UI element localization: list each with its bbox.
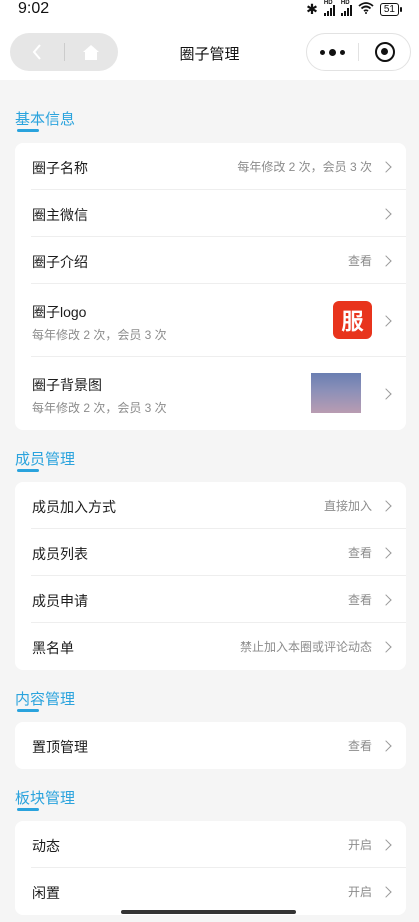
close-miniprogram-button[interactable]	[359, 34, 410, 70]
status-bar: 9:02 ✱ HD HD 51	[0, 0, 419, 20]
section-title: 成员管理	[15, 451, 76, 468]
chevron-right-icon	[380, 388, 392, 400]
logo-thumbnail: 服	[333, 301, 372, 339]
chevron-right-icon	[380, 740, 392, 752]
hd-label-2: HD	[340, 0, 350, 6]
row-value: 查看	[347, 254, 372, 268]
row-circle-intro[interactable]: 圈子介绍 查看	[31, 237, 406, 284]
row-label: 成员申请	[32, 593, 88, 609]
chevron-right-icon	[380, 500, 392, 512]
nav-capsule-right	[306, 33, 411, 71]
row-label: 置顶管理	[32, 739, 88, 755]
row-label: 成员列表	[32, 546, 88, 562]
row-label: 圈子背景图	[32, 377, 102, 393]
wifi-icon	[358, 2, 374, 17]
section-underline	[17, 709, 39, 712]
row-label: 成员加入方式	[32, 499, 116, 515]
battery-icon: 51	[379, 3, 403, 16]
section-content-management: 内容管理	[0, 670, 419, 712]
more-button[interactable]	[307, 34, 358, 70]
row-value: 开启	[347, 885, 372, 899]
section-basic-info: 基本信息	[0, 80, 419, 132]
section-underline	[17, 808, 39, 811]
row-label: 圈子logo	[32, 304, 87, 320]
row-value: 每年修改 2 次，会员 3 次	[237, 160, 372, 174]
row-value: 开启	[347, 838, 372, 852]
row-label: 动态	[32, 838, 60, 854]
row-board-idle[interactable]: 闲置 开启	[31, 868, 406, 915]
row-value: 禁止加入本圈或评论动态	[239, 640, 372, 654]
cell-signal-2-icon: HD	[340, 0, 352, 16]
card-member-management: 成员加入方式 直接加入 成员列表 查看 成员申请 查看 黑名单 禁止加入本圈或评…	[15, 482, 406, 670]
chevron-right-icon	[380, 594, 392, 606]
row-board-feed[interactable]: 动态 开启	[31, 821, 406, 868]
chevron-right-icon	[380, 255, 392, 267]
row-label: 闲置	[32, 885, 60, 901]
row-pin-management[interactable]: 置顶管理 查看	[31, 722, 406, 769]
chevron-right-icon	[380, 315, 392, 327]
background-thumbnail	[311, 373, 361, 413]
row-subtext: 每年修改 2 次，会员 3 次	[32, 401, 167, 415]
chevron-right-icon	[380, 547, 392, 559]
chevron-right-icon	[380, 161, 392, 173]
bluetooth-icon: ✱	[306, 1, 318, 17]
row-owner-wechat[interactable]: 圈主微信	[31, 190, 406, 237]
row-value: 查看	[347, 739, 372, 753]
section-underline	[17, 469, 39, 472]
status-time: 9:02	[18, 0, 50, 17]
chevron-right-icon	[380, 641, 392, 653]
row-circle-name[interactable]: 圈子名称 每年修改 2 次，会员 3 次	[31, 143, 406, 190]
card-content-management: 置顶管理 查看	[15, 722, 406, 769]
section-member-management: 成员管理	[0, 430, 419, 472]
row-member-list[interactable]: 成员列表 查看	[31, 529, 406, 576]
hd-label: HD	[323, 0, 333, 6]
row-subtext: 每年修改 2 次，会员 3 次	[32, 328, 167, 342]
row-label: 圈主微信	[32, 207, 88, 223]
section-title: 板块管理	[15, 790, 76, 807]
row-blacklist[interactable]: 黑名单 禁止加入本圈或评论动态	[31, 623, 406, 670]
card-basic-info: 圈子名称 每年修改 2 次，会员 3 次 圈主微信 圈子介绍 查看 圈子logo…	[15, 143, 406, 430]
section-underline	[17, 129, 39, 132]
chevron-right-icon	[380, 839, 392, 851]
row-circle-logo[interactable]: 圈子logo 每年修改 2 次，会员 3 次 服	[31, 284, 406, 357]
card-board-management: 动态 开启 闲置 开启	[15, 821, 406, 915]
navbar: 圈子管理	[0, 20, 419, 80]
row-circle-background[interactable]: 圈子背景图 每年修改 2 次，会员 3 次	[31, 357, 406, 430]
status-icons: ✱ HD HD 51	[306, 0, 403, 18]
row-member-requests[interactable]: 成员申请 查看	[31, 576, 406, 623]
section-title: 内容管理	[15, 691, 76, 708]
chevron-right-icon	[380, 208, 392, 220]
row-value: 查看	[347, 593, 372, 607]
row-join-method[interactable]: 成员加入方式 直接加入	[31, 482, 406, 529]
more-dots-icon	[320, 48, 345, 56]
target-icon	[374, 42, 395, 62]
chevron-right-icon	[380, 886, 392, 898]
section-board-management: 板块管理	[0, 769, 419, 811]
row-label: 圈子介绍	[32, 254, 88, 270]
row-label: 黑名单	[32, 640, 74, 656]
row-value: 直接加入	[323, 499, 372, 513]
home-indicator	[121, 910, 296, 914]
cell-signal-1-icon: HD	[323, 0, 335, 16]
row-value: 查看	[347, 546, 372, 560]
section-title: 基本信息	[15, 111, 76, 128]
row-label: 圈子名称	[32, 160, 88, 176]
